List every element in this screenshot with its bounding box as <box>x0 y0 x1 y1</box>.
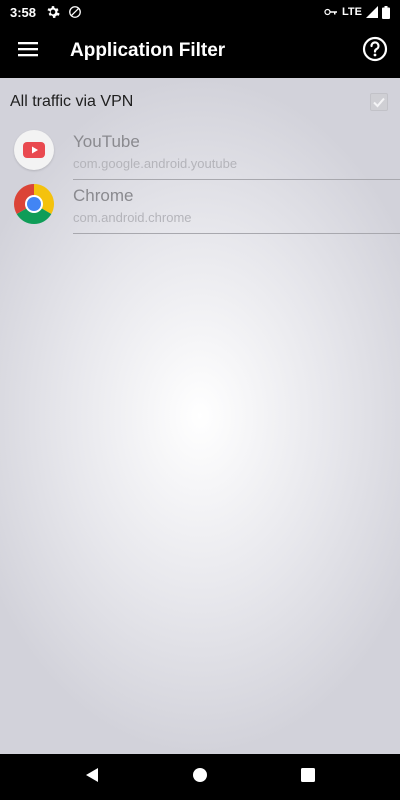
status-time: 3:58 <box>10 4 37 20</box>
page-title: Application Filter <box>70 40 226 61</box>
settings-icon <box>46 5 60 19</box>
app-bar: Application Filter <box>0 24 400 78</box>
app-item-text: Chrome com.android.chrome <box>73 182 400 234</box>
help-button[interactable] <box>350 24 400 78</box>
vpn-toggle-row[interactable]: All traffic via VPN <box>0 78 400 126</box>
recents-button[interactable] <box>296 765 320 789</box>
menu-button[interactable] <box>0 24 56 78</box>
network-type: LTE <box>342 6 362 18</box>
app-item-text: YouTube com.google.android.youtube <box>73 128 400 180</box>
back-button[interactable] <box>80 765 104 789</box>
vpn-checkbox[interactable] <box>370 93 388 111</box>
no-sync-icon <box>68 5 82 19</box>
app-name: Chrome <box>73 186 134 205</box>
vpn-toggle-label: All traffic via VPN <box>10 93 134 110</box>
app-list-screen: All traffic via VPN YouTube com.google.a… <box>0 78 400 754</box>
app-package: com.google.android.youtube <box>73 156 238 171</box>
home-icon <box>192 767 208 788</box>
signal-icon <box>366 6 378 18</box>
app-item-youtube[interactable]: YouTube com.google.android.youtube <box>0 128 400 182</box>
back-icon <box>84 767 100 788</box>
chrome-icon <box>14 184 54 224</box>
hamburger-menu-icon <box>18 41 38 62</box>
home-button[interactable] <box>188 765 212 789</box>
battery-icon <box>382 5 390 19</box>
navigation-bar <box>0 754 400 800</box>
status-bar: 3:58 LTE <box>0 0 400 24</box>
help-icon <box>362 36 388 67</box>
vpn-key-icon <box>324 7 338 17</box>
app-item-chrome[interactable]: Chrome com.android.chrome <box>0 182 400 236</box>
youtube-icon <box>14 130 54 170</box>
app-name: YouTube <box>73 132 140 151</box>
app-package: com.android.chrome <box>73 210 192 225</box>
recents-icon <box>301 767 315 787</box>
